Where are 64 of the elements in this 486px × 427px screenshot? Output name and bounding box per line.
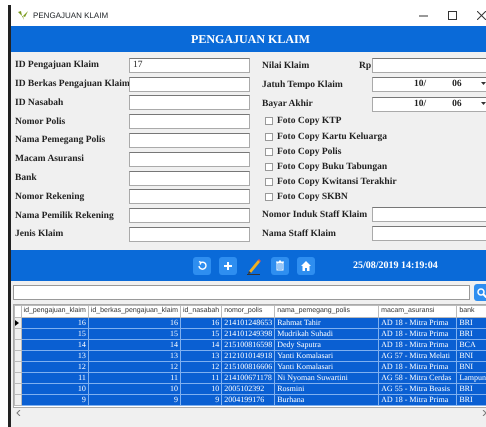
table-cell: AG 58 - Mitra Cerdas [378,372,457,384]
table-cell: 12 [21,362,88,372]
table-cell: Rosmini [274,384,379,394]
table-cell: 13 [21,350,88,362]
table-cell: 16 [88,318,180,328]
table-cell: Ni Nyoman Suwartini [274,372,379,384]
window-title: PENGAJUAN KLAIM [33,10,108,22]
checkbox-label: Foto Copy SKBN [277,191,348,204]
table-cell: 9 [88,394,180,406]
table-cell: 12 [88,362,180,372]
table-cell: 15 [21,328,88,340]
table-cell: 10 [21,384,88,394]
table-cell: Rahmat Tahir [274,318,379,328]
checkbox-label: Foto Copy KTP [277,115,342,128]
field-label: Nomor Rekening [15,190,86,204]
date-month: 06 [452,78,462,92]
field-label: Bayar Akhir [262,98,314,112]
field-label: Nama Pemilik Rekening [15,210,115,223]
table-cell: 13 [88,350,180,362]
checkbox-label: Foto Copy Kartu Keluarga [277,130,388,144]
table-cell: AD 18 - Mitra Prima [378,394,457,406]
table-cell: 11 [21,372,88,384]
date-month: 06 [452,98,462,111]
field-label: Jenis Klaim [15,228,64,242]
field-label: Nama Pemegang Polis [15,134,106,148]
field-label: Nama Staff Klaim [262,228,337,241]
form-header: PENGAJUAN KLAIM [11,26,486,52]
field-label: ID Pengajuan Klaim [15,59,100,72]
table-cell: 14 [88,340,180,350]
currency-label: Rp [359,60,372,73]
datetime-text: 25/08/2019 14:19:04 [353,259,438,273]
field-label: Bank [15,172,38,186]
date-field[interactable]: 10/ 06 [372,77,486,92]
checkbox-label: Foto Copy Buku Tabungan [277,160,388,174]
table-cell: 14 [21,340,88,350]
field-label: Nilai Klaim [262,60,310,73]
text-field[interactable]: 17 [129,58,250,73]
date-day: 10/ [414,78,426,92]
field-label: Macam Asuransi [15,153,85,166]
field-label: ID Nasabah [15,96,64,110]
table-cell: 10 [88,384,180,394]
date-day: 10/ [414,98,426,111]
date-field[interactable]: 10/ 06 [372,96,486,112]
field-label: Nomor Induk Staff Klaim [262,208,368,222]
field-label: Jatuh Tempo Klaim [262,78,344,92]
table-cell: AD 18 - Mitra Prima [378,340,457,350]
table-cell: 11 [88,372,180,384]
table-cell: AD 18 - Mitra Prima [378,318,457,328]
table-cell: AD 18 - Mitra Prima [378,328,457,340]
table-cell: Burhana [274,394,379,406]
table-cell: Dedy Saputra [274,340,379,350]
checkbox-label: Foto Copy Kwitansi Terakhir [277,176,397,190]
field-label: Nomor Polis [15,116,66,129]
table-cell: 16 [21,318,88,328]
table-cell: 9 [21,394,88,406]
table-cell: AG 57 - Mitra Melati [378,350,457,362]
table-cell: AD 18 - Mitra Prima [378,362,457,372]
table-cell: Yanti Komalasari [274,362,379,372]
table-cell: 15 [88,328,180,340]
table-cell: Yanti Komalasari [274,350,379,362]
field-label: ID Berkas Pengajuan Klaim [15,78,129,92]
table-cell: AG 55 - Mitra Beasis [378,384,457,394]
checkbox-label: Foto Copy Polis [277,146,342,159]
table-cell: Mudrikah Suhadi [274,328,379,340]
